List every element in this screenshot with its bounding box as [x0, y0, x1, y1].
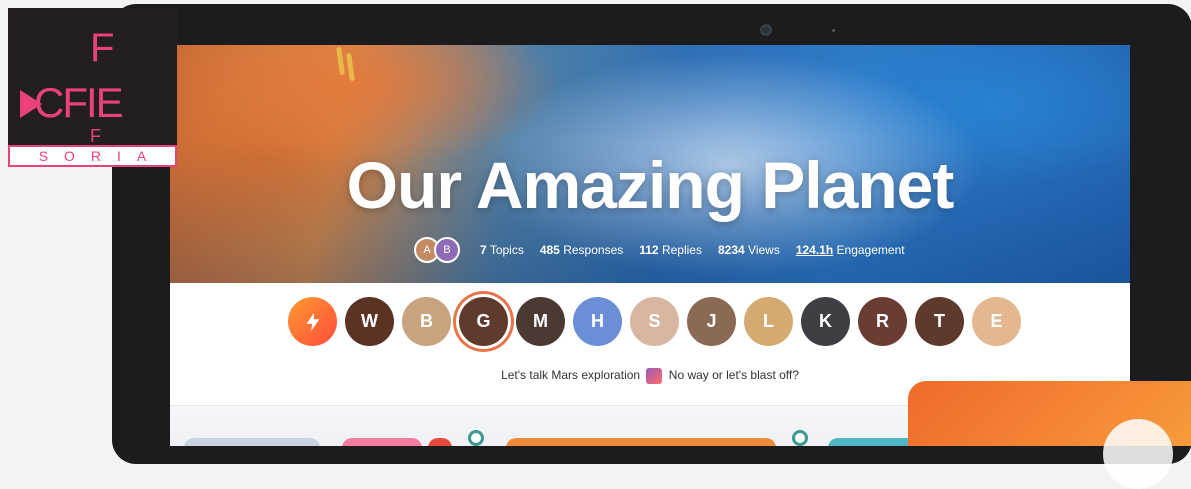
- rocket-icon: [646, 368, 663, 384]
- location-pin-icon: [468, 430, 484, 446]
- location-pin-icon: [792, 430, 808, 446]
- avatar[interactable]: T: [915, 297, 964, 346]
- avatar[interactable]: S: [630, 297, 679, 346]
- contributor-avatars[interactable]: A B: [414, 237, 460, 263]
- logo-letter-bottom: F: [90, 126, 101, 142]
- stat-responses[interactable]: 485 Responses: [540, 243, 623, 257]
- avatar[interactable]: E: [972, 297, 1021, 346]
- topic-card[interactable]: [828, 438, 918, 446]
- camera-icon: [760, 24, 772, 36]
- logo-subtitle: SORIA: [10, 147, 175, 165]
- stat-value: 124.1h: [795, 243, 834, 257]
- boat-image: [336, 46, 345, 76]
- topic-card[interactable]: [428, 438, 452, 446]
- avatar[interactable]: K: [801, 297, 850, 346]
- lightning-icon[interactable]: [288, 297, 337, 346]
- stat-value: 7: [480, 243, 487, 257]
- sensor-dot: [832, 29, 835, 32]
- topic-card[interactable]: [506, 438, 776, 446]
- stat-label: Views: [748, 243, 780, 257]
- avatar[interactable]: L: [744, 297, 793, 346]
- stat-value: 8234: [717, 243, 745, 257]
- page-title: Our Amazing Planet: [346, 148, 955, 222]
- stat-label: Replies: [661, 243, 702, 257]
- topic-card[interactable]: [342, 438, 422, 446]
- stat-value: 485: [539, 243, 560, 257]
- prompt-text: Let's talk Mars exploration: [501, 368, 641, 383]
- stat-label: Engagement: [836, 243, 905, 257]
- topic-card[interactable]: [184, 438, 320, 446]
- logo-wordmark: CFIE: [34, 79, 124, 126]
- avatar[interactable]: B: [434, 237, 460, 263]
- avatar[interactable]: M: [516, 297, 565, 346]
- stat-engagement[interactable]: 124.1h Engagement: [796, 243, 905, 257]
- avatar-selected[interactable]: G: [459, 297, 508, 346]
- stats-bar: A B 7 Topics 485 Responses 112 Replies 8…: [414, 235, 905, 265]
- prompt-question: No way or let's blast off?: [668, 368, 799, 383]
- featured-card[interactable]: [908, 381, 1191, 489]
- lightning-glyph: [306, 312, 319, 331]
- boat-image: [346, 52, 355, 82]
- stat-views[interactable]: 8234 Views: [718, 243, 780, 257]
- stat-label: Responses: [563, 243, 624, 257]
- hero-banner: Our Amazing Planet A B 7 Topics 485 Resp…: [170, 45, 1130, 283]
- stat-replies[interactable]: 112 Replies: [639, 243, 702, 257]
- participant-avatars: W B G M H S J L K R T E: [288, 297, 1021, 346]
- avatar[interactable]: H: [573, 297, 622, 346]
- logo-subtitle-bar: SORIA: [8, 145, 177, 167]
- stat-value: 112: [639, 243, 659, 257]
- avatar[interactable]: W: [345, 297, 394, 346]
- avatar[interactable]: B: [402, 297, 451, 346]
- logo: F CFIE F SORIA: [8, 8, 177, 167]
- avatar[interactable]: J: [687, 297, 736, 346]
- avatar[interactable]: R: [858, 297, 907, 346]
- stat-topics[interactable]: 7 Topics: [480, 243, 524, 257]
- logo-letter-top: F: [90, 26, 115, 70]
- stat-label: Topics: [489, 243, 524, 257]
